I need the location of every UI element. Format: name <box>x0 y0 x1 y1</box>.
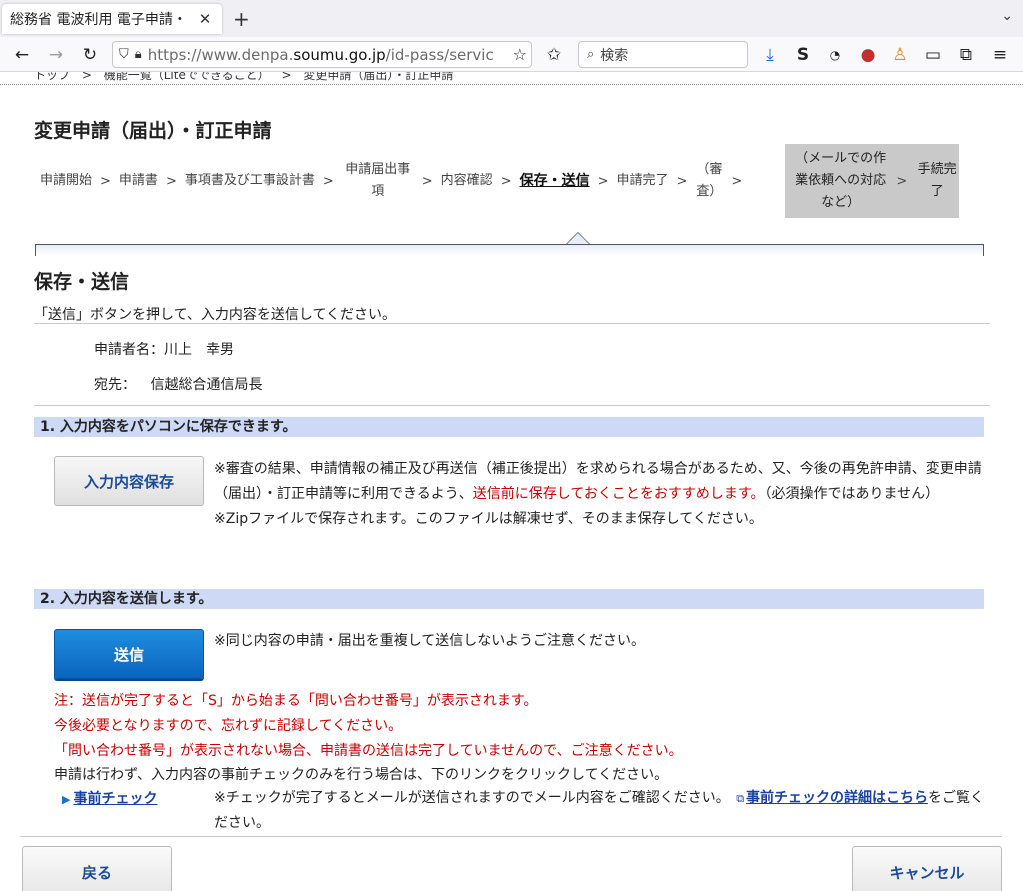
extension-figure-icon[interactable]: ♙ <box>888 43 912 67</box>
applicant-name-row: 申請者名：川上 幸男 <box>94 339 234 359</box>
cancel-button[interactable]: キャンセル <box>852 846 1002 891</box>
step-arrow: > <box>676 173 688 189</box>
step-item: （審査） <box>696 162 723 199</box>
lock-icon[interactable]: 🔒︎ <box>135 47 142 62</box>
download-icon[interactable]: ⤓ <box>758 43 782 67</box>
step-arrow: > <box>421 173 433 189</box>
new-tab-icon[interactable]: + <box>233 7 250 31</box>
folder-icon[interactable]: ▭ <box>921 43 945 67</box>
shield-icon[interactable]: ⛉ <box>119 47 129 62</box>
instruction-text: 「送信」ボタンを押して、入力内容を送信してください。 <box>34 307 397 323</box>
divider <box>34 405 990 406</box>
save-note-recommend: 送信前に保存しておくことをおすすめします。 <box>472 486 765 502</box>
hamburger-menu-icon[interactable]: ≡ <box>988 43 1012 67</box>
warning-line: 今後必要となりますので、忘れずに記録してください。 <box>54 718 403 734</box>
url-prefix: https://www.denpa. <box>147 45 294 64</box>
breadcrumb: トップ > 機能一覧（Liteでできること） > 変更申請（届出）・訂正申請 <box>34 72 453 83</box>
step-item: （メールでの作業依頼への対応など） <box>795 151 887 210</box>
applicant-name-label: 申請者名： <box>94 342 164 358</box>
page-title: 変更申請（届出）・訂正申請 <box>34 120 272 142</box>
extension-gauge-icon[interactable]: ◔ <box>823 43 847 67</box>
step-arrow: > <box>597 173 609 189</box>
precheck-detail-link[interactable]: 事前チェックの詳細はこちら <box>746 790 928 806</box>
external-window-icon: ⧉ <box>736 792 745 805</box>
step-item: 申請完了 <box>616 173 669 188</box>
reader-mode-icon[interactable]: ✩ <box>542 43 566 67</box>
extension-dots-icon[interactable]: ● <box>856 43 880 67</box>
warning-line: 注：送信が完了すると「S」から始まる「問い合わせ番号」が表示されます。 <box>54 693 538 709</box>
back-arrow-icon[interactable]: ← <box>10 43 34 67</box>
page-content: トップ > 機能一覧（Liteでできること） > 変更申請（届出）・訂正申請 変… <box>0 72 1023 891</box>
precheck-link-wrap: ▶ 事前チェック <box>62 788 157 808</box>
close-icon[interactable]: ✕ <box>196 10 214 28</box>
zip-note: ※Zipファイルで保存されます。このファイルは解凍せず、そのまま保存してください… <box>214 511 763 527</box>
tab-title: 総務省 電波利用 電子申請・ <box>10 12 187 28</box>
search-input[interactable]: ⌕ 検索 <box>578 41 748 68</box>
url-host: soumu.go.jp <box>293 45 386 64</box>
breadcrumb-separator: > <box>281 72 292 82</box>
progress-steps: 申請開始 > 申請書 > 事項書及び工事設計書 > 申請届出事項 > 内容確認 … <box>40 144 960 218</box>
divider <box>34 323 990 324</box>
section-title: 保存・送信 <box>34 271 130 293</box>
destination-value: 信越総合通信局長 <box>150 377 263 393</box>
save-input-button[interactable]: 入力内容保存 <box>54 456 204 506</box>
step-arrow: > <box>731 173 743 189</box>
bookmark-star-icon[interactable]: ☆ <box>510 45 527 64</box>
warning-line: 「問い合わせ番号」が表示されない場合、申請書の送信は完了していませんので、ご注意… <box>54 743 683 759</box>
breadcrumb-item[interactable]: トップ <box>34 72 70 82</box>
browser-toolbar: ← → ↻ ⛉ 🔒︎ https://www.denpa. soumu.go.jp… <box>0 37 1023 72</box>
save-note-optional: （必須操作ではありません） <box>764 486 940 502</box>
search-placeholder: 検索 <box>600 47 629 64</box>
link-bullet-icon: ▶ <box>62 793 71 806</box>
tab-list-icon[interactable]: ⌄ <box>1001 8 1013 24</box>
step-item: 申請書 <box>118 173 158 188</box>
url-path: /id-pass/servic <box>385 45 494 64</box>
reload-icon[interactable]: ↻ <box>78 43 102 67</box>
precheck-note: ※チェックが完了するとメールが送信されますのでメール内容をご確認ください。 ⧉ 事… <box>214 786 994 836</box>
step-item: 事項書及び工事設計書 <box>184 173 315 188</box>
step-item: 申請届出事項 <box>345 162 411 199</box>
step-arrow: > <box>322 173 334 189</box>
step-item-active: 保存・送信 <box>519 173 590 189</box>
step-arrow: > <box>100 173 111 189</box>
panel-top-border <box>35 244 984 256</box>
send-button[interactable]: 送信 <box>54 629 204 679</box>
step-arrow: > <box>165 173 177 189</box>
back-button[interactable]: 戻る <box>22 846 172 891</box>
breadcrumb-separator: > <box>81 72 92 82</box>
destination-row: 宛先： 信越総合通信局長 <box>94 374 262 394</box>
duplicate-note: ※同じ内容の申請・届出を重複して送信しないようご注意ください。 <box>214 633 646 649</box>
divider <box>0 84 1023 85</box>
browser-tab[interactable]: 総務省 電波利用 電子申請・ ✕ <box>2 4 222 34</box>
destination-label: 宛先： <box>94 377 136 393</box>
browser-tab-bar: 総務省 電波利用 電子申請・ ✕ + ⌄ <box>0 0 1023 37</box>
applicant-name-value: 川上 幸男 <box>164 342 234 358</box>
search-icon: ⌕ <box>587 47 595 62</box>
puzzle-icon[interactable]: ⧉ <box>954 43 978 67</box>
step-item: 内容確認 <box>440 173 493 188</box>
send-section-heading: 2. 入力内容を送信します。 <box>34 589 984 609</box>
address-bar[interactable]: ⛉ 🔒︎ https://www.denpa. soumu.go.jp/id-pa… <box>112 41 532 68</box>
step-box-after-review: （メールでの作業依頼への対応など） > 手続完了 <box>785 144 959 218</box>
forward-arrow-icon[interactable]: → <box>44 43 68 67</box>
save-section-heading: 1. 入力内容をパソコンに保存できます。 <box>34 417 984 437</box>
precheck-note-text: ※チェックが完了するとメールが送信されますのでメール内容をご確認ください。 <box>214 790 730 806</box>
step-arrow: > <box>500 173 512 189</box>
breadcrumb-item[interactable]: 機能一覧（Liteでできること） <box>104 72 270 82</box>
precheck-link[interactable]: 事前チェック <box>73 791 157 807</box>
step-item: 手続完了 <box>917 162 957 199</box>
breadcrumb-item: 変更申請（届出）・訂正申請 <box>303 72 454 82</box>
extension-s-icon[interactable]: S <box>791 43 815 67</box>
step-arrow: > <box>896 173 908 189</box>
divider <box>20 836 1002 837</box>
precheck-intro: 申請は行わず、入力内容の事前チェックのみを行う場合は、下のリンクをクリックしてく… <box>54 767 669 783</box>
save-note: ※審査の結果、申請情報の補正及び再送信（補正後提出）を求められる場合があるため、… <box>214 457 994 532</box>
step-item: 申請開始 <box>40 173 93 188</box>
